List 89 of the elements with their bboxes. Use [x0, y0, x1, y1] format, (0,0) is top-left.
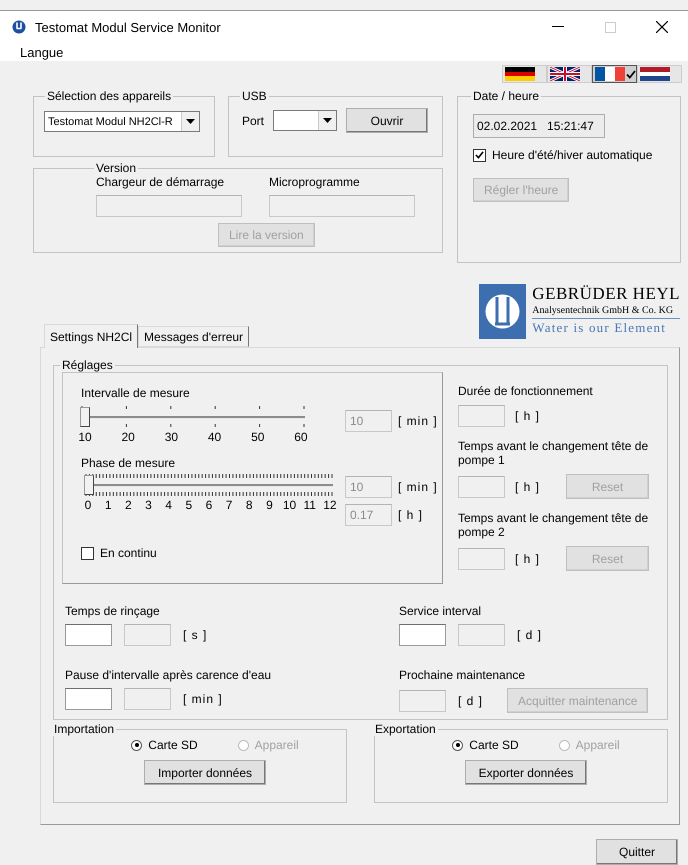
group-title: USB	[242, 89, 267, 103]
field-label: Durée de fonctionnement	[458, 384, 594, 398]
unit-label: [ h ]	[515, 480, 540, 494]
tick-label: 40	[206, 430, 222, 444]
group-title: Version	[96, 161, 136, 175]
device-dropdown[interactable]: Testomat Modul NH2Cl-R	[44, 111, 200, 132]
radio-option[interactable]: Carte SD	[452, 738, 519, 752]
unit-label: [ s ]	[183, 628, 208, 642]
date-time-field: 02.02.2021 15:21:47	[473, 114, 605, 138]
group-title: Exportation	[375, 722, 436, 736]
unit-label: [ h ]	[515, 409, 540, 423]
button[interactable]: Ouvrir	[346, 108, 428, 133]
unit-label: [ d ]	[517, 628, 542, 642]
language-button[interactable]	[592, 65, 637, 83]
app-icon	[12, 20, 26, 34]
input-field[interactable]	[96, 195, 242, 217]
port-label: Port	[242, 114, 264, 128]
field-label: Microprogramme	[269, 175, 361, 189]
unit-label: [ d ]	[458, 694, 484, 708]
tick-label: 9	[265, 498, 274, 512]
tick-label: 0	[84, 498, 92, 512]
tick-label: 5	[184, 498, 194, 512]
field-label: Temps de rinçage	[65, 604, 161, 618]
input-field[interactable]	[269, 195, 415, 217]
company-subtitle: Analysentechnik GmbH & Co. KG	[532, 304, 680, 319]
field-label: Phase de mesure	[81, 456, 176, 470]
tick-label: 11	[302, 498, 317, 512]
radio-option[interactable]: Carte SD	[131, 738, 198, 752]
tick-label: 20	[120, 430, 136, 444]
flag-icon	[505, 67, 535, 81]
quit-button[interactable]: Quitter	[596, 839, 678, 865]
field-label: Temps avant le changement tête de pompe 2	[458, 511, 650, 539]
flag-icon	[550, 67, 580, 81]
tick-label: 3	[144, 498, 153, 512]
group-title: Date / heure	[473, 89, 540, 103]
unit-label: [ h ]	[398, 508, 424, 522]
minimize-icon	[552, 26, 564, 28]
caret-icon	[323, 118, 332, 123]
field-label: Pause d'intervalle après carence d'eau	[65, 668, 272, 682]
slider[interactable]	[81, 410, 305, 424]
unit-label: [ h ]	[515, 552, 540, 566]
caret-icon	[186, 119, 195, 124]
input-field[interactable]	[65, 688, 112, 710]
tick-label: 12	[322, 498, 337, 512]
check-icon	[626, 70, 636, 78]
unit-label: [ min ]	[183, 692, 223, 706]
tick-label: 30	[164, 430, 180, 444]
tick-label: 4	[164, 498, 173, 512]
port-dropdown[interactable]	[273, 110, 338, 131]
company-name: GEBRÜDER HEYL	[532, 284, 680, 304]
maximize-icon	[604, 22, 616, 33]
tick-label: 50	[250, 430, 266, 444]
button[interactable]: Exporter données	[465, 760, 587, 785]
checkbox[interactable]: En continu	[81, 546, 442, 560]
tick-label: 10	[282, 498, 297, 512]
menu-item[interactable]: Langue	[18, 44, 66, 60]
tick-label: 6	[204, 498, 214, 512]
unit-label: [ min ]	[398, 480, 438, 494]
field-label: Chargeur de démarrage	[96, 175, 226, 189]
check-icon	[475, 151, 484, 159]
window-title: Testomat Modul Service Monitor	[35, 20, 222, 35]
tab[interactable]: Settings NH2Cl	[44, 324, 138, 348]
logo-icon	[479, 284, 526, 339]
field-label: Temps avant le changement tête de pompe 1	[458, 439, 650, 467]
input-field[interactable]	[65, 624, 112, 646]
close-icon	[656, 21, 668, 34]
tick-label: 7	[224, 498, 234, 512]
field-label: Intervalle de mesure	[81, 386, 191, 400]
unit-label: [ min ]	[398, 414, 438, 428]
slider[interactable]	[85, 478, 333, 492]
slider-thumb[interactable]	[84, 475, 94, 495]
field-label: Prochaine maintenance	[399, 668, 526, 682]
tick-label: 10	[77, 430, 93, 444]
field-label: Service interval	[399, 604, 482, 618]
tick-label: 2	[124, 498, 133, 512]
group-title: Sélection des appareils	[47, 89, 172, 103]
slider-thumb[interactable]	[80, 407, 90, 427]
tick-label: 1	[104, 498, 112, 512]
flag-icon	[640, 67, 670, 81]
group-title: Importation	[54, 722, 114, 736]
tick-label: 8	[244, 498, 254, 512]
group-title: Réglages	[62, 358, 113, 372]
input-field[interactable]	[399, 624, 446, 646]
checkbox[interactable]: Heure d'été/hiver automatique	[473, 148, 680, 162]
company-slogan: Water is our Element	[532, 319, 668, 337]
flag-icon	[595, 67, 625, 81]
button[interactable]: Importer données	[144, 760, 266, 785]
tick-label: 60	[293, 430, 309, 444]
tab[interactable]: Messages d'erreur	[138, 326, 250, 347]
